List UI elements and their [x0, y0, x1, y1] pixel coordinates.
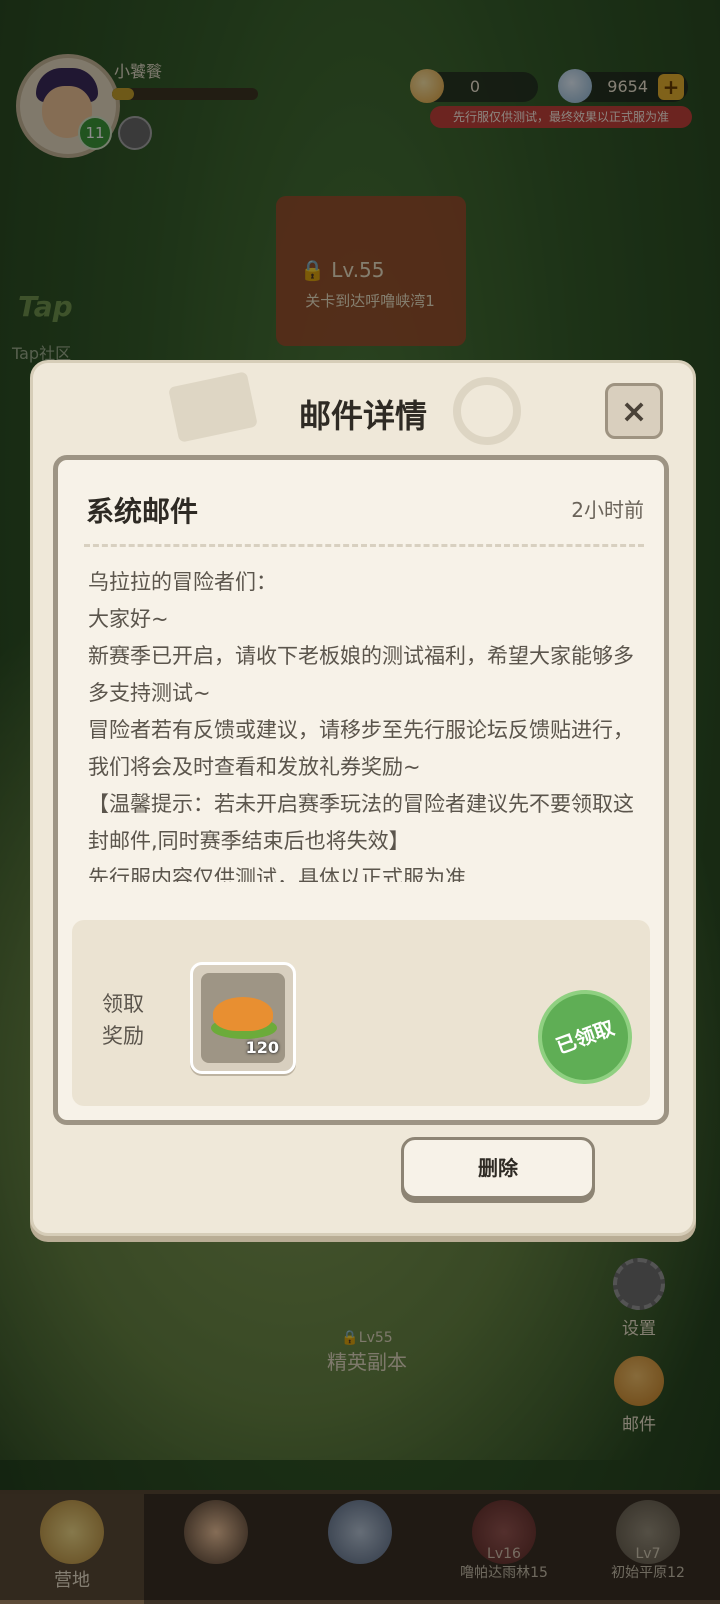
mail-body-line: 冒险者若有反馈或建议，请移步至先行服论坛反馈贴进行，我们将会及时查看和发放礼券奖…	[88, 718, 634, 779]
close-button[interactable]: ×	[605, 383, 663, 439]
mail-type: 系统邮件	[86, 495, 199, 528]
mail-card: 系统邮件 2小时前 乌拉拉的冒险者们： 大家好~ 新赛季已开启，请收下老板娘的测…	[53, 455, 669, 1125]
mail-body-line: 先行服内容仅供测试，具体以正式服为准	[88, 866, 466, 882]
mail-detail-modal: 邮件详情 × 系统邮件 2小时前 乌拉拉的冒险者们： 大家好~ 新赛季已开启，请…	[30, 360, 696, 1236]
modal-title: 邮件详情	[298, 397, 427, 435]
mail-body-line: 【温馨提示：若未开启赛季玩法的冒险者建议先不要领取这封邮件,同时赛季结束后也将失…	[88, 792, 634, 853]
sandwich-food-icon	[213, 997, 273, 1031]
delete-button[interactable]: 删除	[401, 1137, 595, 1199]
reward-item-count: 120	[245, 1038, 279, 1057]
divider	[84, 544, 644, 547]
claimed-stamp: 已领取	[524, 976, 646, 1098]
mail-body-line: 新赛季已开启，请收下老板娘的测试福利，希望大家能够多多支持测试~	[88, 644, 634, 705]
mail-body[interactable]: 乌拉拉的冒险者们： 大家好~ 新赛季已开启，请收下老板娘的测试福利，希望大家能够…	[88, 564, 644, 882]
mail-body-line: 乌拉拉的冒险者们：	[88, 570, 277, 594]
reward-panel: 领取奖励 120 已领取	[72, 920, 650, 1106]
reward-item-frame: 120	[201, 973, 285, 1063]
mail-time: 2小时前	[571, 498, 644, 522]
mail-body-line: 大家好~	[88, 607, 169, 631]
reward-item-slot[interactable]: 120	[190, 962, 296, 1074]
reward-label: 领取奖励	[102, 992, 144, 1048]
